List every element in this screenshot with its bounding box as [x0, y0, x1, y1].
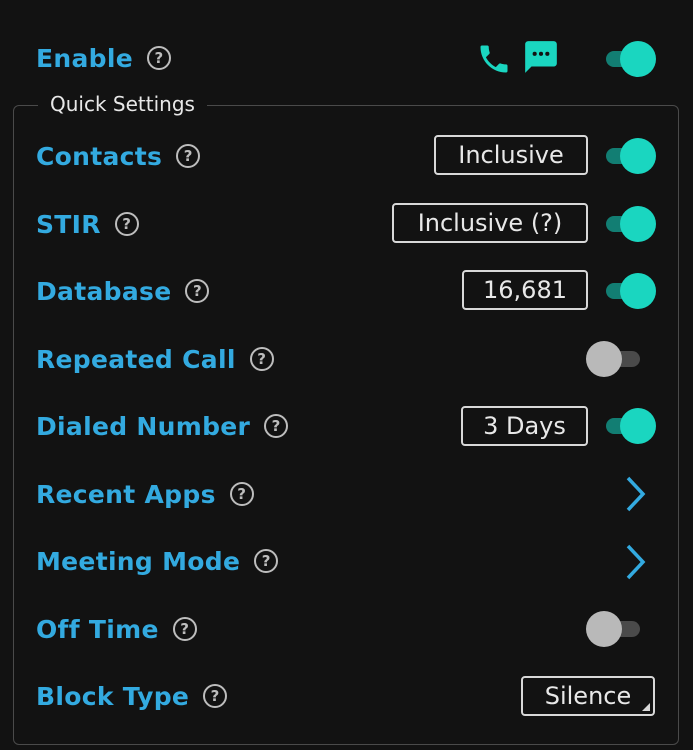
repeated-call-label: Repeated Call ?: [36, 339, 274, 379]
database-text: Database: [36, 276, 172, 306]
dialed-number-text: Dialed Number: [36, 411, 251, 441]
stir-label: STIR ?: [36, 204, 139, 244]
toggle-thumb: [620, 41, 656, 77]
off-time-toggle[interactable]: [586, 609, 644, 649]
recent-apps-help-icon[interactable]: ?: [229, 482, 254, 506]
off-time-help-icon[interactable]: ?: [172, 617, 197, 641]
enable-text: Enable: [36, 43, 133, 73]
off-time-text: Off Time: [36, 614, 159, 644]
database-help-icon[interactable]: ?: [185, 279, 210, 303]
database-toggle[interactable]: [602, 271, 656, 311]
block-type-select[interactable]: Silence: [521, 676, 655, 716]
toggle-thumb: [586, 341, 622, 377]
database-label: Database ?: [36, 271, 210, 311]
dialed-number-label: Dialed Number ?: [36, 406, 289, 446]
toggle-thumb: [620, 138, 656, 174]
recent-apps-chevron-right-icon[interactable]: [624, 474, 648, 514]
meeting-mode-chevron-right-icon[interactable]: [624, 542, 648, 582]
dialed-number-help-icon[interactable]: ?: [264, 414, 289, 438]
block-type-value: Silence: [544, 682, 632, 710]
stir-value[interactable]: Inclusive (?): [392, 203, 588, 243]
meeting-mode-help-icon[interactable]: ?: [254, 549, 279, 573]
enable-label: Enable ?: [36, 38, 171, 78]
off-time-label: Off Time ?: [36, 609, 197, 649]
dialed-number-value[interactable]: 3 Days: [461, 406, 588, 446]
contacts-toggle[interactable]: [602, 136, 656, 176]
repeated-call-text: Repeated Call: [36, 344, 236, 374]
stir-text: STIR: [36, 209, 101, 239]
block-type-text: Block Type: [36, 681, 190, 711]
repeated-call-help-icon[interactable]: ?: [249, 347, 274, 371]
database-value[interactable]: 16,681: [462, 270, 588, 310]
enable-toggle[interactable]: [602, 39, 656, 79]
toggle-thumb: [620, 408, 656, 444]
contacts-label: Contacts ?: [36, 136, 201, 176]
dialed-number-toggle[interactable]: [602, 406, 656, 446]
stir-toggle[interactable]: [602, 204, 656, 244]
block-type-help-icon[interactable]: ?: [203, 684, 228, 708]
dropdown-corner-icon: [642, 703, 650, 711]
block-type-label: Block Type ?: [36, 676, 228, 716]
toggle-thumb: [586, 611, 622, 647]
stir-help-icon[interactable]: ?: [114, 212, 139, 236]
recent-apps-text: Recent Apps: [36, 479, 216, 509]
message-icon[interactable]: [522, 38, 560, 76]
contacts-help-icon[interactable]: ?: [176, 144, 201, 168]
toggle-thumb: [620, 273, 656, 309]
repeated-call-toggle[interactable]: [586, 339, 644, 379]
meeting-mode-text: Meeting Mode: [36, 546, 241, 576]
meeting-mode-label: Meeting Mode ?: [36, 541, 279, 581]
toggle-thumb: [620, 206, 656, 242]
quick-settings-title: Quick Settings: [38, 92, 207, 116]
phone-icon[interactable]: [476, 41, 512, 77]
recent-apps-label: Recent Apps ?: [36, 474, 254, 514]
contacts-text: Contacts: [36, 141, 163, 171]
enable-help-icon[interactable]: ?: [146, 46, 171, 70]
contacts-value[interactable]: Inclusive: [434, 135, 588, 175]
